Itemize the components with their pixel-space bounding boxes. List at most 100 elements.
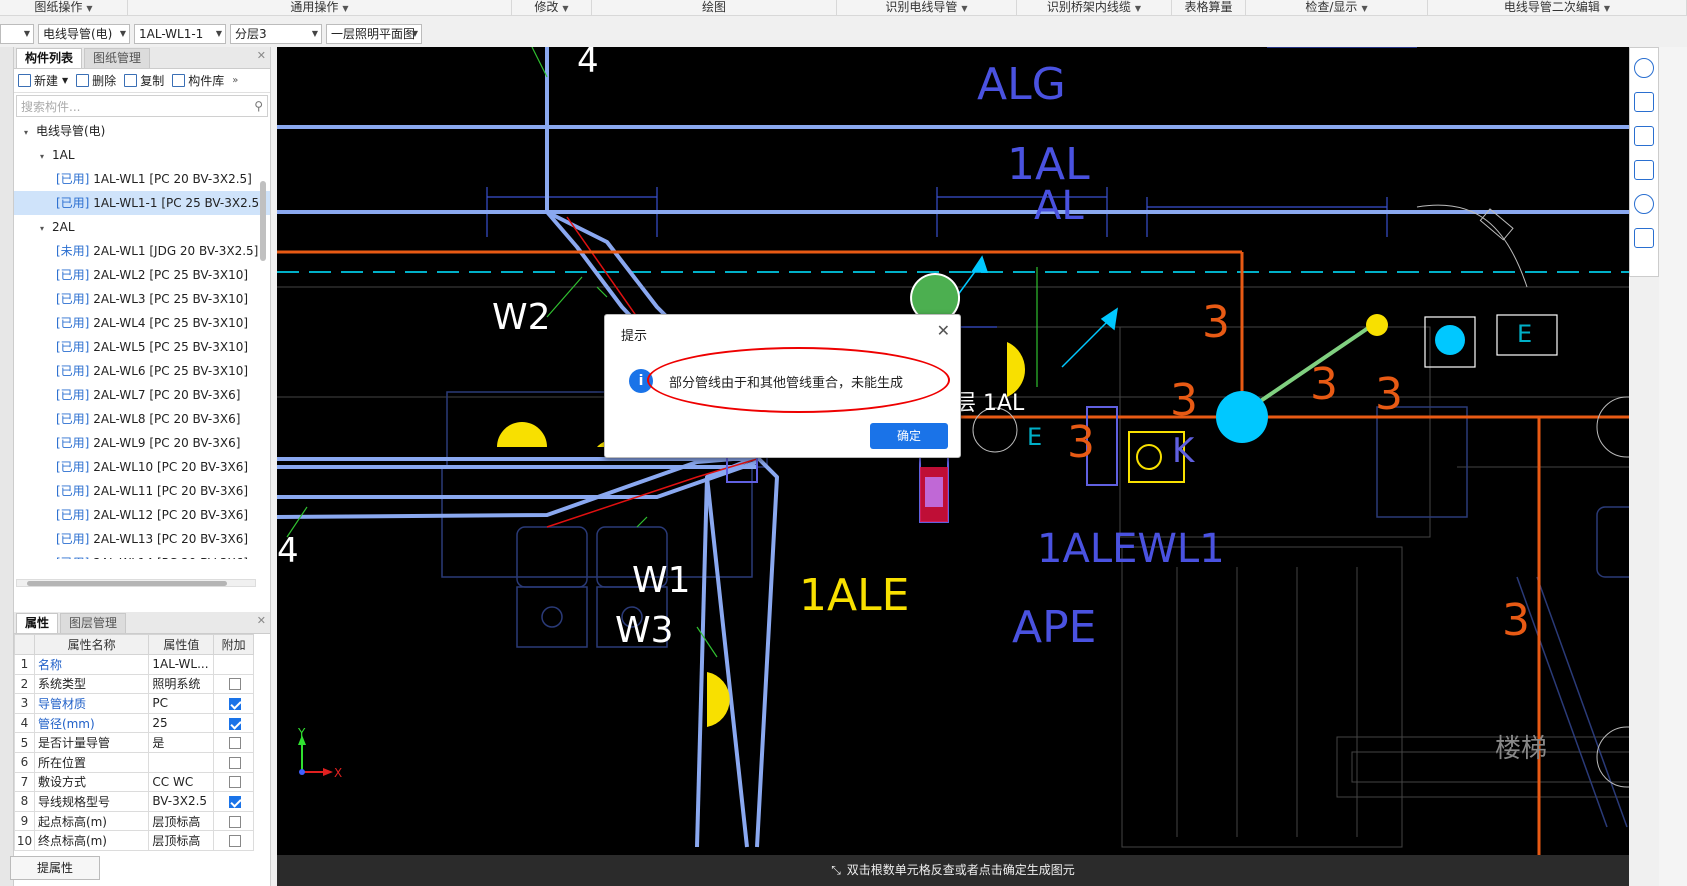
attach-cell: [213, 693, 254, 714]
extract-properties-button[interactable]: 提属性: [10, 856, 100, 880]
attach-checkbox[interactable]: [229, 756, 242, 769]
tree-item[interactable]: [已用] 2AL-WL10 [PC 20 BV-3X6]: [14, 455, 270, 479]
search-icon[interactable]: ⚲: [254, 99, 263, 113]
cad-drawing[interactable]: ALG 1AL AL W2 W1 W3 4 4 ALK2 1ALEWL1 1AL…: [277, 47, 1629, 886]
tree-item[interactable]: [已用] 2AL-WL12 [PC 20 BV-3X6]: [14, 503, 270, 527]
tab-component-list[interactable]: 构件列表: [16, 48, 83, 68]
property-value[interactable]: BV-3X2.5: [148, 791, 215, 812]
tab-drawing-management[interactable]: 图纸管理: [84, 48, 151, 68]
layer-combo[interactable]: 分层3 ▼: [230, 24, 322, 44]
tab-properties[interactable]: 属性: [16, 613, 59, 633]
more-icon[interactable]: »: [232, 75, 238, 86]
tree-item[interactable]: [已用] 1AL-WL1 [PC 20 BV-3X2.5]: [14, 167, 270, 191]
tree-item[interactable]: [已用] 2AL-WL6 [PC 25 BV-3X10]: [14, 359, 270, 383]
close-icon[interactable]: ✕: [937, 321, 950, 340]
menu-item-5[interactable]: 识别桥架内线缆 ▼: [1017, 0, 1172, 16]
menu-item-0[interactable]: 图纸操作 ▼: [0, 0, 128, 16]
expand-triangle-icon[interactable]: ▾: [24, 121, 36, 143]
prompt-dialog: 提示 ✕ i 部分管线由于和其他管线重合，未能生成 确定: [604, 314, 961, 458]
tree-vertical-scrollbar[interactable]: [260, 181, 266, 581]
tree-item[interactable]: [已用] 1AL-WL1-1 [PC 25 BV-3X2.5]: [14, 191, 270, 215]
component-combo[interactable]: 1AL-WL1-1 ▼: [134, 24, 226, 44]
ok-button[interactable]: 确定: [870, 423, 948, 449]
orbit-icon[interactable]: [1634, 58, 1654, 78]
property-value[interactable]: PC: [148, 693, 215, 714]
menu-item-1[interactable]: 通用操作 ▼: [128, 0, 512, 16]
cube-view-icon[interactable]: [1634, 160, 1654, 180]
property-value[interactable]: 层顶标高: [148, 830, 215, 851]
type-combo[interactable]: 电线导管(电) ▼: [38, 24, 130, 44]
attach-checkbox[interactable]: [229, 835, 242, 848]
chevron-down-icon: ▼: [342, 4, 349, 13]
property-row[interactable]: 8 导线规格型号 BV-3X2.5: [14, 791, 254, 812]
usage-status: [已用]: [56, 316, 90, 330]
property-row[interactable]: 3 导管材质 PC: [14, 693, 254, 714]
attach-checkbox[interactable]: [229, 815, 242, 828]
menu-item-2[interactable]: 修改 ▼: [512, 0, 592, 16]
property-value[interactable]: 层顶标高: [148, 810, 215, 832]
property-value[interactable]: 25: [148, 712, 215, 734]
label-e-right: E: [1517, 320, 1532, 348]
menu-item-4[interactable]: 识别电线导管 ▼: [837, 0, 1017, 16]
attach-checkbox[interactable]: [229, 717, 242, 730]
property-row[interactable]: 9 起点标高(m) 层顶标高: [14, 810, 254, 832]
tree-item[interactable]: [已用] 2AL-WL14 [PC 20 BV-3X6]: [14, 551, 270, 559]
tree-item[interactable]: [已用] 2AL-WL13 [PC 20 BV-3X6]: [14, 527, 270, 551]
tree-item[interactable]: [已用] 2AL-WL5 [PC 25 BV-3X10]: [14, 335, 270, 359]
attach-cell: [213, 810, 254, 832]
expand-triangle-icon[interactable]: ▾: [40, 217, 52, 239]
tree-item[interactable]: [已用] 2AL-WL2 [PC 25 BV-3X10]: [14, 263, 270, 287]
menu-item-6[interactable]: 表格算量: [1172, 0, 1246, 16]
property-value[interactable]: [148, 751, 215, 773]
tree-group[interactable]: ▾ 2AL: [14, 215, 270, 239]
tree-item[interactable]: [已用] 2AL-WL9 [PC 20 BV-3X6]: [14, 431, 270, 455]
copy-button[interactable]: 复制: [124, 72, 164, 89]
menu-item-3[interactable]: 绘图: [592, 0, 837, 16]
property-row[interactable]: 5 是否计量导管是: [14, 732, 254, 753]
property-value[interactable]: CC WC: [148, 771, 215, 793]
tree-item[interactable]: [已用] 2AL-WL3 [PC 25 BV-3X10]: [14, 287, 270, 311]
box-view-icon[interactable]: [1634, 126, 1654, 146]
attach-checkbox[interactable]: [229, 737, 242, 750]
tree-group[interactable]: ▾ 1AL: [14, 143, 270, 167]
label-w3: W3: [615, 610, 674, 651]
scroll-thumb[interactable]: [27, 581, 227, 586]
drawing-combo[interactable]: 一层照明平面图 ▼: [326, 24, 422, 44]
component-search[interactable]: 搜索构件... ⚲: [16, 95, 268, 117]
tree-item[interactable]: [已用] 2AL-WL8 [PC 20 BV-3X6]: [14, 407, 270, 431]
property-row[interactable]: 1 名称 1AL-WL...: [14, 654, 254, 675]
delete-button[interactable]: 删除: [76, 72, 116, 89]
new-button[interactable]: 新建 ▼: [18, 72, 68, 89]
tree-item[interactable]: [已用] 2AL-WL7 [PC 20 BV-3X6]: [14, 383, 270, 407]
attach-checkbox[interactable]: [229, 795, 242, 808]
attach-checkbox[interactable]: [229, 678, 242, 691]
property-row[interactable]: 4 管径(mm) 25: [14, 712, 254, 734]
property-value[interactable]: 1AL-WL...: [148, 654, 215, 675]
expand-triangle-icon[interactable]: ▾: [40, 145, 52, 167]
tree-horizontal-scrollbar[interactable]: [16, 579, 256, 587]
settings-view-icon[interactable]: [1634, 228, 1654, 248]
tree-item[interactable]: [已用] 2AL-WL4 [PC 25 BV-3X10]: [14, 311, 270, 335]
property-row[interactable]: 7 敷设方式 CC WC: [14, 771, 254, 793]
property-row[interactable]: 10 终点标高(m) 层顶标高: [14, 830, 254, 851]
library-button[interactable]: 构件库: [172, 72, 224, 89]
property-row[interactable]: 6 所在位置: [14, 751, 254, 773]
property-value[interactable]: 是: [148, 732, 215, 753]
combo-partial[interactable]: ▼: [0, 24, 34, 44]
close-icon[interactable]: ✕: [257, 614, 266, 627]
rotate-icon[interactable]: [1634, 194, 1654, 214]
menu-item-8[interactable]: 电线导管二次编辑 ▼: [1428, 0, 1687, 16]
tree-item[interactable]: [未用] 2AL-WL1 [JDG 20 BV-3X2.5]: [14, 239, 270, 263]
3d-view-icon[interactable]: [1634, 92, 1654, 112]
attach-checkbox[interactable]: [229, 776, 242, 789]
scroll-thumb[interactable]: [260, 181, 266, 261]
close-icon[interactable]: ✕: [257, 49, 266, 62]
property-value[interactable]: 照明系统: [148, 673, 215, 695]
tree-group[interactable]: ▾ 电线导管(电): [14, 119, 270, 143]
tree-item[interactable]: [已用] 2AL-WL11 [PC 20 BV-3X6]: [14, 479, 270, 503]
property-row[interactable]: 2 系统类型 照明系统: [14, 673, 254, 695]
cad-canvas[interactable]: ALG 1AL AL W2 W1 W3 4 4 ALK2 1ALEWL1 1AL…: [277, 47, 1629, 886]
tab-layer-management[interactable]: 图层管理: [60, 613, 127, 633]
attach-checkbox[interactable]: [229, 697, 242, 710]
menu-item-7[interactable]: 检查/显示 ▼: [1246, 0, 1428, 16]
